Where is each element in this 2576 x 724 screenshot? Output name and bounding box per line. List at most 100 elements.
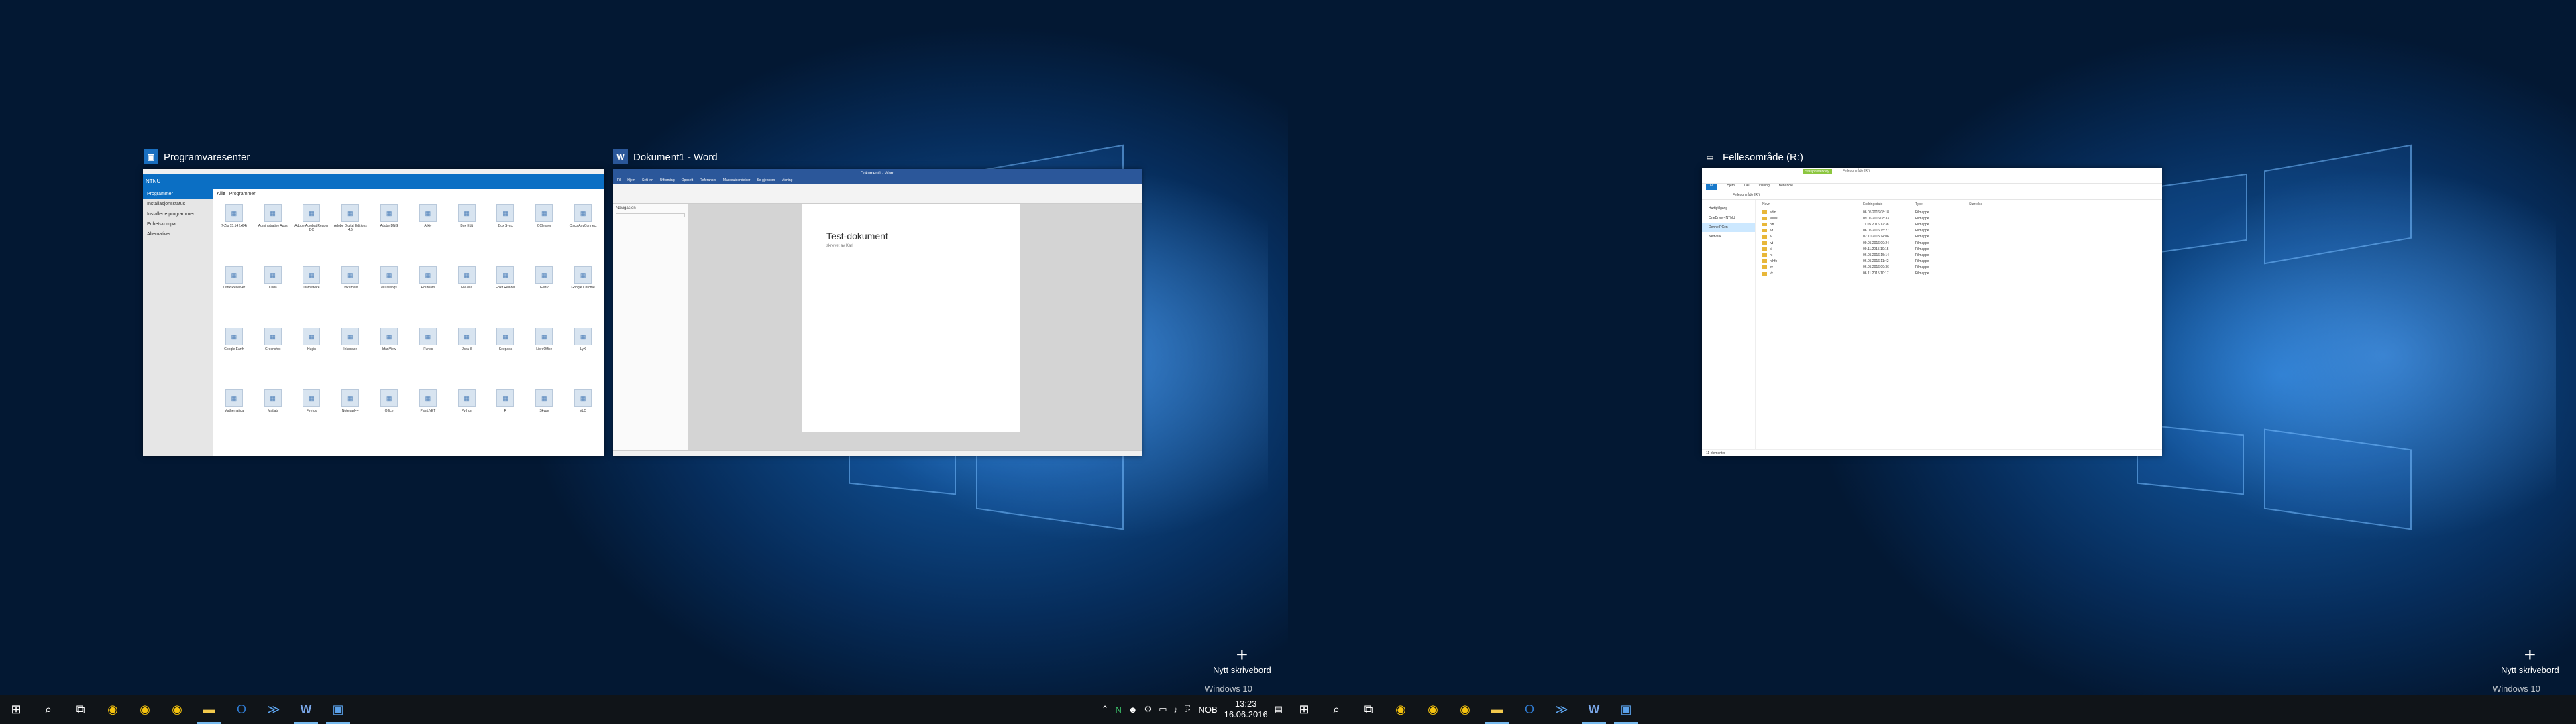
ribbon-tab[interactable]: Hjem [627, 178, 635, 184]
app-tile[interactable]: ▦ iTunes [411, 328, 445, 384]
ribbon-tab[interactable]: Masseutsendelser [723, 178, 751, 184]
nav-item[interactable]: Installasjonsstatus [143, 199, 213, 209]
app-tile[interactable]: ▦ Paint.NET [411, 389, 445, 446]
column-header[interactable]: Størrelse [1969, 202, 2009, 206]
column-header[interactable]: Type [1915, 202, 1969, 206]
settings-icon[interactable]: ⚙ [1144, 704, 1152, 715]
column-header[interactable]: Navn [1762, 202, 1863, 206]
language-indicator[interactable]: NOB [1198, 705, 1217, 715]
file-row[interactable]: felles 09.06.2016 08:33 Filmappe [1758, 215, 2162, 221]
file-row[interactable]: nt 06.05.2016 15:14 Filmappe [1758, 252, 2162, 258]
ribbon-tab[interactable]: Hjem [1727, 184, 1735, 190]
app-tile[interactable]: ▦ Adobe Digital Editions 4.5 [333, 204, 368, 261]
file-row[interactable]: sv 06.05.2016 09:36 Filmappe [1758, 265, 2162, 271]
window-title-word[interactable]: W Dokument1 - Word [613, 149, 718, 164]
column-header[interactable]: Endringsdato [1863, 202, 1915, 206]
taskbar-chrome[interactable]: ◉ [129, 695, 161, 724]
app-tile[interactable]: ▦ GIMP [527, 266, 561, 322]
new-desktop-button[interactable]: + Nytt skrivebord [1213, 645, 1271, 676]
ribbon-tab[interactable]: Sett inn [642, 178, 653, 184]
taskbar-explorer[interactable]: ▬ [1481, 695, 1513, 724]
window-title-explorer[interactable]: ▭ Fellesområde (R:) [1703, 149, 1803, 164]
taskbar-outlook[interactable]: O [1513, 695, 1546, 724]
taskbar-explorer[interactable]: ▬ [193, 695, 225, 724]
taskbar-chrome[interactable]: ◉ [1449, 695, 1481, 724]
app-tile[interactable]: ▦ Dameware [294, 266, 329, 322]
app-tile[interactable]: ▦ Adobe DNG [372, 204, 407, 261]
tree-item[interactable]: Hurtigtilgang [1702, 204, 1755, 213]
taskbar-chrome[interactable]: ◉ [1417, 695, 1449, 724]
search-button[interactable]: ⌕ [1320, 695, 1352, 724]
app-tile[interactable]: ▦ R [488, 389, 523, 446]
nav-item[interactable]: Enhetskompat. [143, 219, 213, 229]
app-tile[interactable]: ▦ FileZilla [449, 266, 484, 322]
taskbar-software-center[interactable]: ▣ [1610, 695, 1642, 724]
taskbar-outlook[interactable]: O [225, 695, 258, 724]
file-row[interactable]: ivt 09.05.2016 09:24 Filmappe [1758, 240, 2162, 246]
tree-item[interactable]: Denne PCen [1702, 223, 1755, 232]
app-tile[interactable]: ▦ Foxit Reader [488, 266, 523, 322]
app-tile[interactable]: ▦ Citrix Receiver [217, 266, 252, 322]
tray-green-icon[interactable]: N [1116, 705, 1122, 715]
network-icon[interactable]: ⎘ [1185, 704, 1191, 715]
app-tile[interactable]: ▦ Greenshot [256, 328, 290, 384]
taskbar-software-center[interactable]: ▣ [322, 695, 354, 724]
file-row[interactable]: adm 06.05.2016 08:18 Filmappe [1758, 209, 2162, 215]
app-tile[interactable]: ▦ 7-Zip 15.14 (x64) [217, 204, 252, 261]
notification-icon[interactable]: ▤ [1275, 704, 1283, 715]
drive-tools-tab[interactable]: Stasjonsverktøy [1803, 169, 1832, 174]
ribbon-tab[interactable]: Utforming [660, 178, 675, 184]
word-thumbnail[interactable]: Dokument1 - Word Fil Hjem Sett inn Utformin… [613, 169, 1142, 456]
start-button[interactable]: ⊞ [1288, 695, 1320, 724]
taskbar-chrome[interactable]: ◉ [1385, 695, 1417, 724]
clock[interactable]: 13:23 16.06.2016 [1224, 699, 1268, 720]
task-view-button[interactable]: ⧉ [64, 695, 97, 724]
app-tile[interactable]: ▦ Keepass [488, 328, 523, 384]
app-tile[interactable]: ▦ Mathematica [217, 389, 252, 446]
app-tile[interactable]: ▦ Skype [527, 389, 561, 446]
address-bar[interactable]: Fellesområde (R:) [1702, 190, 2162, 200]
app-tile[interactable]: ▦ LibreOffice [527, 328, 561, 384]
ribbon-tab[interactable]: Fil [1706, 184, 1718, 190]
tree-item[interactable]: Nettverk [1702, 232, 1755, 241]
ribbon-tab[interactable]: Referanser [700, 178, 716, 184]
volume-icon[interactable]: ♪ [1174, 705, 1179, 715]
file-row[interactable]: kl 09.11.2015 10:15 Filmappe [1758, 246, 2162, 252]
app-tile[interactable]: ▦ Python [449, 389, 484, 446]
start-button[interactable]: ⊞ [0, 695, 32, 724]
taskbar-word[interactable]: W [1578, 695, 1610, 724]
app-tile[interactable]: ▦ IrfanView [372, 328, 407, 384]
file-row[interactable]: ivt 06.05.2016 15:27 Filmappe [1758, 228, 2162, 234]
app-tile[interactable]: ▦ LyX [566, 328, 600, 384]
nav-item[interactable]: Alternativer [143, 229, 213, 239]
task-view-button[interactable]: ⧉ [1352, 695, 1385, 724]
app-tile[interactable]: ▦ Box Edit [449, 204, 484, 261]
new-desktop-button[interactable]: + Nytt skrivebord [2501, 645, 2559, 676]
app-tile[interactable]: ▦ VLC [566, 389, 600, 446]
software-center-thumbnail[interactable]: NTNU Programmer Installasjonsstatus Inst… [143, 169, 604, 456]
app-tile[interactable]: ▦ Java 8 [449, 328, 484, 384]
nav-item[interactable]: Installerte programmer [143, 209, 213, 219]
app-tile[interactable]: ▦ Inkscape [333, 328, 368, 384]
tab-label[interactable]: Alle Programmer [217, 192, 600, 196]
display-icon[interactable]: ▭ [1159, 704, 1167, 715]
taskbar-chrome[interactable]: ◉ [161, 695, 193, 724]
app-tile[interactable]: ▦ Office [372, 389, 407, 446]
file-row[interactable]: hifi 11.05.2016 12:38 Filmappe [1758, 221, 2162, 227]
app-tile[interactable]: ▦ eDrawings [372, 266, 407, 322]
file-row[interactable]: iv 02.10.2015 14:06 Filmappe [1758, 234, 2162, 240]
app-tile[interactable]: ▦ Firefox [294, 389, 329, 446]
app-tile[interactable]: ▦ Hugin [294, 328, 329, 384]
explorer-thumbnail[interactable]: Stasjonsverktøy Fellesområde (R:) Fil Hje… [1702, 168, 2162, 456]
search-button[interactable]: ⌕ [32, 695, 64, 724]
ribbon-tab[interactable]: Del [1744, 184, 1750, 190]
ribbon-tab[interactable]: Oppsett [682, 178, 694, 184]
app-tile[interactable]: ▦ Matlab [256, 389, 290, 446]
app-tile[interactable]: ▦ Administrative Apps [256, 204, 290, 261]
app-tile[interactable]: ▦ Notepad++ [333, 389, 368, 446]
ribbon-tab[interactable]: Fil [617, 178, 621, 184]
document-page[interactable]: Test-dokument skrevet av Kari [802, 204, 1020, 432]
ribbon-tab[interactable]: Visning [1758, 184, 1769, 190]
nav-search-input[interactable] [616, 213, 685, 217]
file-row[interactable]: vk 06.11.2015 10:17 Filmappe [1758, 271, 2162, 277]
